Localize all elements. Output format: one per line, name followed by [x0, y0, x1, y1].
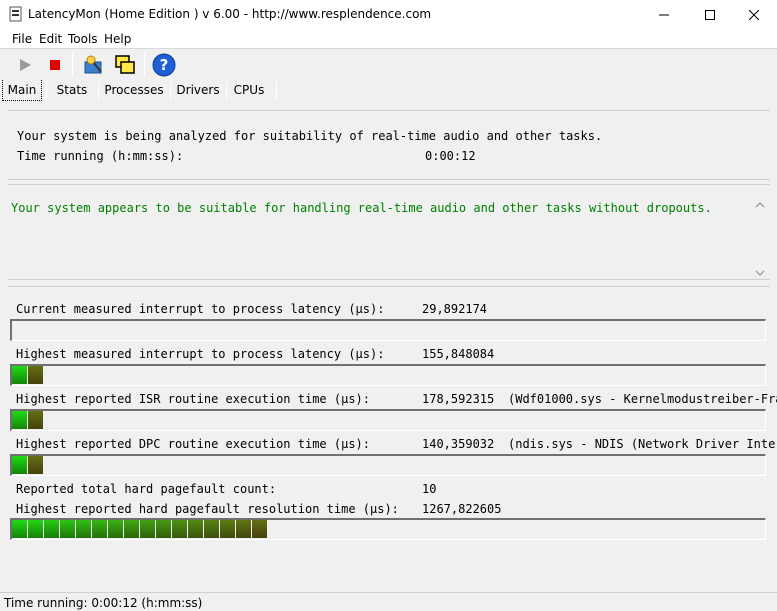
- toolbar-separator: [72, 53, 73, 77]
- status-bar: Time running: 0:00:12 (h:mm:ss): [0, 592, 777, 611]
- menu-help[interactable]: Help: [104, 32, 131, 46]
- metric-bar: [10, 409, 766, 431]
- time-running-value: 0:00:12: [425, 149, 476, 163]
- drivers-button[interactable]: [80, 52, 106, 78]
- play-icon: [20, 59, 31, 71]
- metric-bar-fill: [12, 456, 44, 474]
- tab-separator: [226, 81, 227, 100]
- bar-segment: [108, 520, 123, 538]
- tab-processes[interactable]: Processes: [101, 80, 167, 101]
- title-bar: LatencyMon (Home Edition ) v 6.00 - http…: [0, 0, 777, 30]
- menu-bar: File Edit Tools Help: [0, 30, 777, 48]
- status-text: Time running: 0:00:12 (h:mm:ss): [4, 596, 203, 610]
- maximize-icon: [705, 10, 715, 20]
- metric-label: Highest reported DPC routine execution t…: [16, 437, 371, 451]
- close-button[interactable]: [731, 0, 777, 30]
- metric-label: Reported total hard pagefault count:: [16, 482, 277, 496]
- toolbar-separator: [144, 53, 145, 77]
- metric-label: Highest reported ISR routine execution t…: [16, 392, 371, 406]
- toolbar: ?: [0, 48, 777, 80]
- tab-separator: [170, 81, 171, 100]
- metric-value: 155,848084: [422, 347, 495, 361]
- metric-value: 29,892174: [422, 302, 488, 316]
- tab-stats[interactable]: Stats: [49, 80, 95, 101]
- bar-segment: [220, 520, 235, 538]
- window-title: LatencyMon (Home Edition ) v 6.00 - http…: [28, 7, 432, 21]
- stop-button[interactable]: [42, 52, 68, 78]
- metric-label: Highest measured interrupt to process la…: [16, 347, 385, 361]
- metric-value: 1267,822605: [422, 502, 502, 516]
- metric-bar: [10, 319, 766, 341]
- help-button[interactable]: ?: [151, 52, 177, 78]
- close-icon: [749, 10, 759, 20]
- metric-bar: [10, 454, 766, 476]
- bar-segment: [28, 366, 43, 384]
- minimize-button[interactable]: [641, 0, 687, 30]
- metric-bar-fill: [12, 520, 268, 538]
- menu-edit[interactable]: Edit: [39, 32, 62, 46]
- bar-segment: [236, 520, 251, 538]
- bar-segment: [92, 520, 107, 538]
- svg-text:?: ?: [160, 56, 169, 74]
- bar-segment: [28, 411, 43, 429]
- bar-segment: [172, 520, 187, 538]
- bar-segment: [60, 520, 75, 538]
- tab-bar: Main Stats Processes Drivers CPUs: [0, 80, 777, 102]
- windows-icon: [115, 55, 135, 74]
- analysis-panel: Your system is being analyzed for suitab…: [8, 110, 770, 180]
- tab-cpus[interactable]: CPUs: [229, 80, 269, 101]
- help-icon: ?: [152, 53, 176, 77]
- tab-main[interactable]: Main: [2, 80, 42, 101]
- bar-segment: [28, 456, 43, 474]
- windows-button[interactable]: [112, 52, 138, 78]
- metric-value: 10: [422, 482, 437, 496]
- bar-segment: [12, 520, 27, 538]
- menu-file[interactable]: File: [12, 32, 32, 46]
- scroll-arrows-icon: [755, 202, 765, 276]
- metric-label: Highest reported hard pagefault resoluti…: [16, 502, 399, 516]
- metrics-panel: Current measured interrupt to process la…: [8, 286, 777, 586]
- menu-tools[interactable]: Tools: [68, 32, 98, 46]
- metric-value: 140,359032: [422, 437, 495, 451]
- metric-label: Current measured interrupt to process la…: [16, 302, 385, 316]
- tab-drivers[interactable]: Drivers: [173, 80, 223, 101]
- bar-segment: [188, 520, 203, 538]
- drivers-icon: [84, 55, 102, 74]
- bar-segment: [140, 520, 155, 538]
- metric-bar: [10, 364, 766, 386]
- latencymon-app-icon: [8, 6, 24, 22]
- metric-bar: [10, 518, 766, 540]
- start-button[interactable]: [12, 52, 38, 78]
- minimize-icon: [659, 14, 669, 16]
- bar-segment: [76, 520, 91, 538]
- maximize-button[interactable]: [687, 0, 733, 30]
- bar-segment: [44, 520, 59, 538]
- bar-segment: [124, 520, 139, 538]
- bar-segment: [12, 411, 27, 429]
- verdict-scrollbar[interactable]: [752, 199, 768, 279]
- metric-value: 178,592315: [422, 392, 495, 406]
- bar-segment: [204, 520, 219, 538]
- metric-bar-fill: [12, 366, 44, 384]
- metric-detail: (ndis.sys - NDIS (Network Driver Inter: [508, 437, 777, 451]
- metric-detail: (Wdf01000.sys - Kernelmodustreiber-Fra: [508, 392, 777, 406]
- tab-separator: [46, 81, 47, 100]
- bar-segment: [156, 520, 171, 538]
- verdict-message: Your system appears to be suitable for h…: [11, 201, 712, 215]
- bar-segment: [12, 456, 27, 474]
- time-running-label: Time running (h:mm:ss):: [17, 149, 184, 163]
- tab-separator: [276, 81, 277, 100]
- bar-segment: [252, 520, 267, 538]
- tab-separator: [98, 81, 99, 100]
- verdict-panel: Your system appears to be suitable for h…: [8, 184, 770, 280]
- metric-bar-fill: [12, 411, 44, 429]
- stop-icon: [50, 60, 60, 70]
- analysis-message: Your system is being analyzed for suitab…: [17, 129, 603, 143]
- bar-segment: [28, 520, 43, 538]
- bar-segment: [12, 366, 27, 384]
